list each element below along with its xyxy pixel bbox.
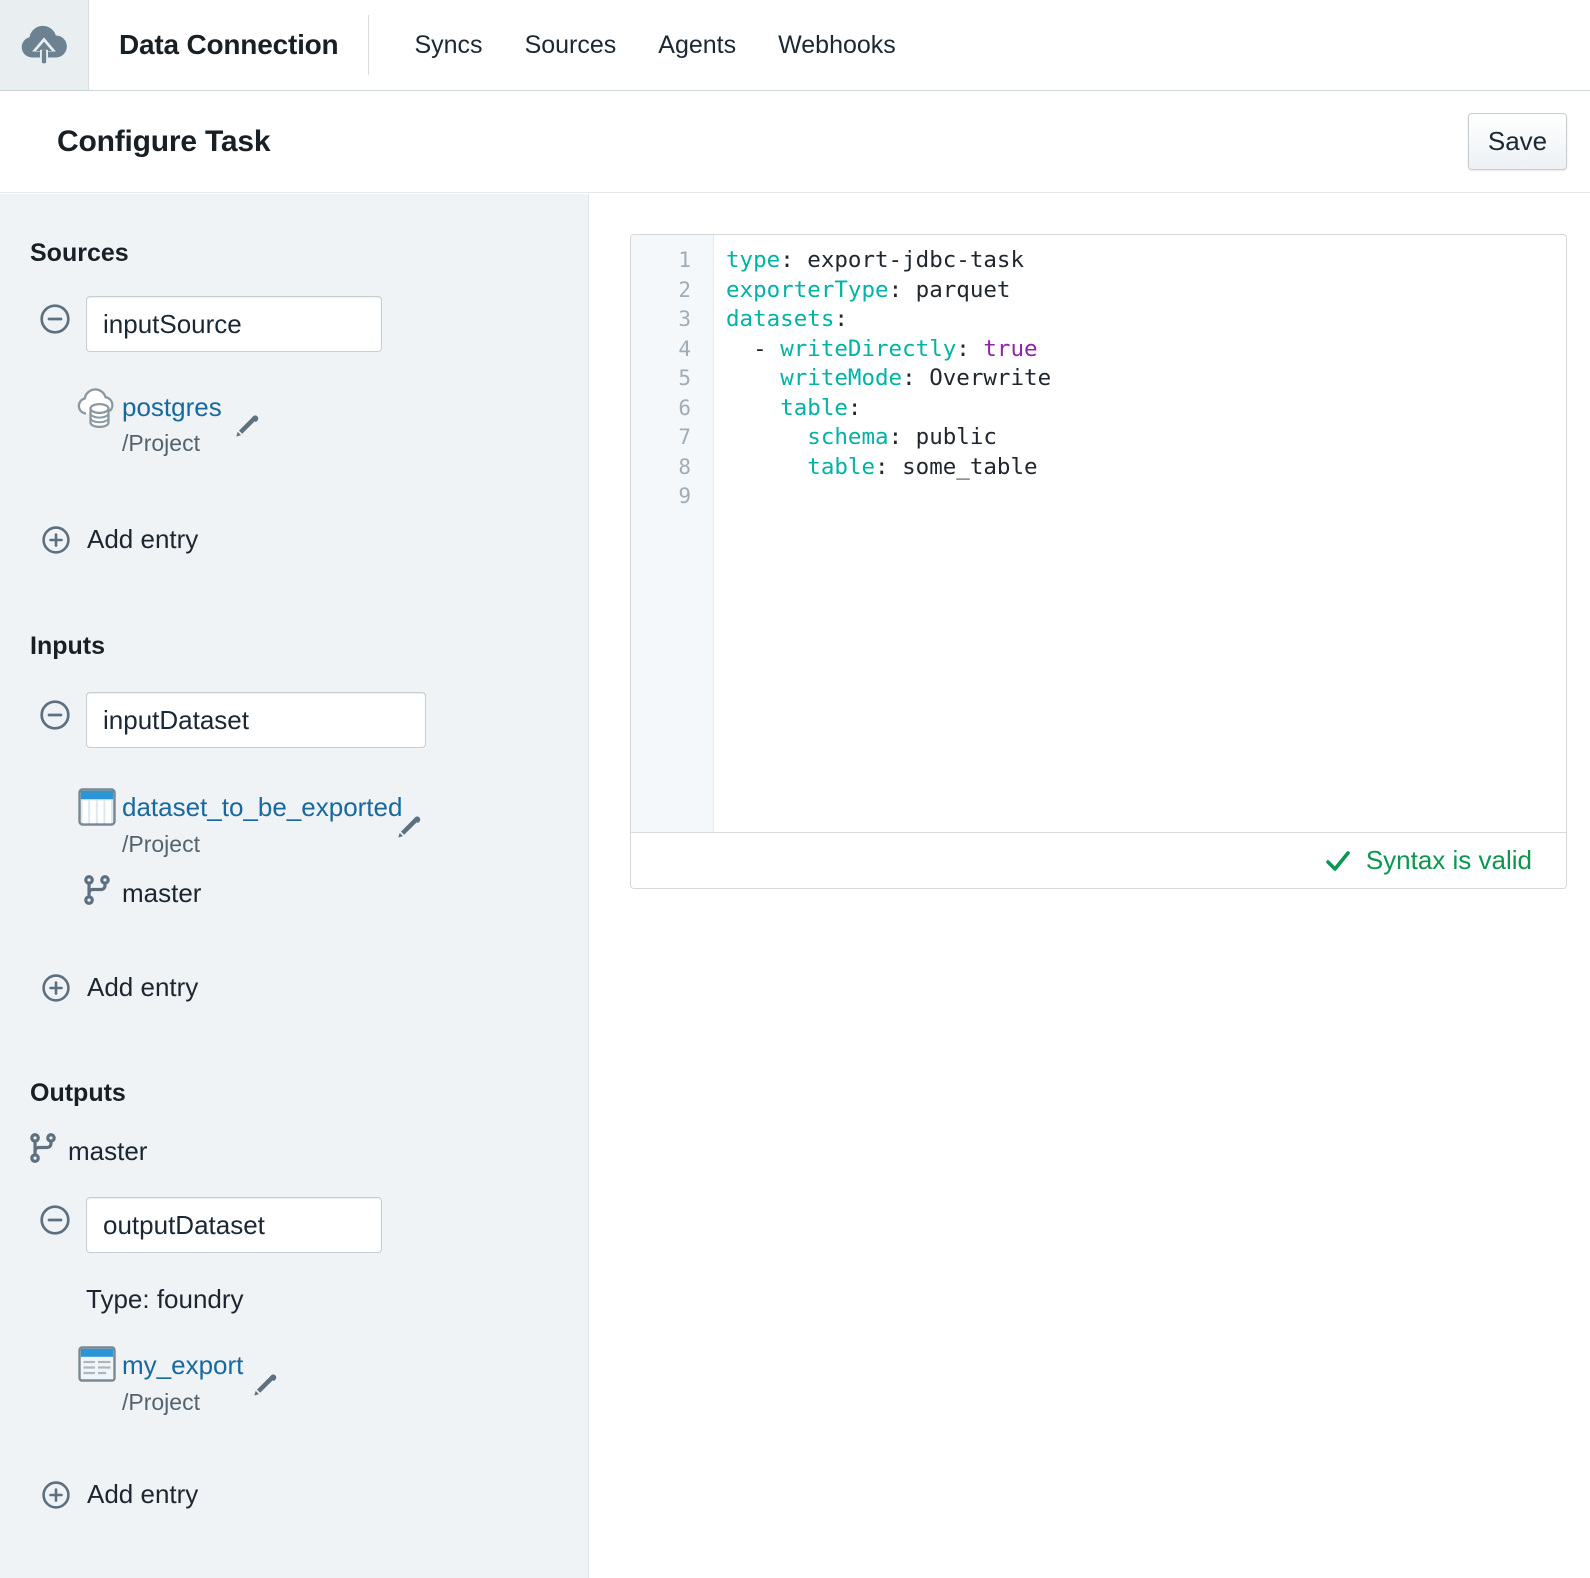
line-number: 3 <box>678 307 691 331</box>
line-number: 2 <box>678 277 691 302</box>
nav-tab-webhooks[interactable]: Webhooks <box>778 31 896 60</box>
input-resource-link[interactable]: dataset_to_be_exported <box>122 792 402 823</box>
nav-tab-agents[interactable]: Agents <box>658 31 736 60</box>
editor-body: 1 2 3 4 5 6 7 8 9 type: export-jdbc-task exporter… <box>631 235 1566 832</box>
add-entry-label: Add entry <box>87 972 199 1002</box>
app-title: Data Connection <box>119 29 339 60</box>
nav-items: Syncs Sources Agents Webhooks <box>414 31 895 60</box>
add-entry-label: Add entry <box>87 524 199 554</box>
line-number: 1 <box>678 248 691 272</box>
inputs-heading: Inputs <box>30 632 105 660</box>
plus-circle-icon <box>41 1480 71 1510</box>
nav-divider <box>368 15 370 75</box>
input-name-input[interactable] <box>86 692 426 748</box>
code-line[interactable]: table: some_table <box>726 453 1566 483</box>
output-resource-link[interactable]: my_export <box>122 1350 243 1381</box>
code-line[interactable]: table: <box>726 394 1566 424</box>
check-icon <box>1323 847 1353 875</box>
editor-status-bar: Syntax is valid <box>631 832 1566 888</box>
code-line[interactable]: schema: public <box>726 423 1566 453</box>
remove-source-entry-icon[interactable] <box>39 303 71 335</box>
line-number: 9 <box>678 484 691 508</box>
add-entry-label: Add entry <box>87 1479 199 1509</box>
main-panel: 1 2 3 4 5 6 7 8 9 type: export-jdbc-task exporter… <box>590 194 1590 1578</box>
remove-input-entry-icon[interactable] <box>39 699 71 731</box>
line-number: 7 <box>678 425 691 449</box>
cloud-upload-icon <box>18 19 70 71</box>
output-name-input[interactable] <box>86 1197 382 1253</box>
edit-output-pencil-icon[interactable] <box>248 1367 284 1403</box>
add-source-entry[interactable]: Add entry <box>41 524 198 555</box>
source-resource-path: /Project <box>122 430 200 456</box>
branch-icon <box>26 1131 60 1165</box>
code-line[interactable]: type: export-jdbc-task <box>726 246 1566 276</box>
dataset-table-icon <box>78 788 116 826</box>
input-branch-label: master <box>122 878 202 908</box>
source-cloud-database-icon <box>76 388 116 432</box>
code-line[interactable]: - writeDirectly: true <box>726 335 1566 365</box>
syntax-status-text: Syntax is valid <box>1365 845 1532 875</box>
output-resource-path: /Project <box>122 1389 200 1415</box>
sources-heading: Sources <box>30 239 129 267</box>
line-number-gutter: 1 2 3 4 5 6 7 8 9 <box>631 235 714 832</box>
line-number: 5 <box>678 366 691 390</box>
config-sidebar: Sources postgres /Project <box>0 194 589 1578</box>
page-header: Configure Task Save <box>0 91 1590 193</box>
plus-circle-icon <box>41 525 71 555</box>
app-logo[interactable] <box>0 0 89 90</box>
remove-output-entry-icon[interactable] <box>39 1204 71 1236</box>
code-area[interactable]: type: export-jdbc-task exporterType: parq… <box>714 235 1566 832</box>
source-name-input[interactable] <box>86 296 382 352</box>
export-document-icon <box>78 1346 116 1382</box>
line-number: 6 <box>678 395 691 420</box>
code-line[interactable]: exporterType: parquet <box>726 276 1566 306</box>
branch-icon <box>80 873 114 907</box>
code-line[interactable]: datasets: <box>726 305 1566 335</box>
yaml-config-editor: 1 2 3 4 5 6 7 8 9 type: export-jdbc-task exporter… <box>630 234 1567 889</box>
add-input-entry[interactable]: Add entry <box>41 972 198 1003</box>
source-resource-link[interactable]: postgres <box>122 392 222 423</box>
edit-input-pencil-icon[interactable] <box>392 809 428 845</box>
nav-tab-sources[interactable]: Sources <box>525 31 617 60</box>
code-line[interactable]: writeMode: Overwrite <box>726 364 1566 394</box>
output-type-label: Type: foundry <box>86 1284 244 1314</box>
top-navbar: Data Connection Syncs Sources Agents Web… <box>0 0 1590 91</box>
output-branch-label: master <box>68 1136 148 1166</box>
nav-tab-syncs[interactable]: Syncs <box>414 31 482 60</box>
line-number: 8 <box>678 454 691 479</box>
code-line[interactable] <box>726 482 1566 512</box>
line-number: 4 <box>678 336 691 361</box>
outputs-heading: Outputs <box>30 1079 126 1107</box>
save-button[interactable]: Save <box>1468 113 1567 170</box>
edit-source-pencil-icon[interactable] <box>230 408 266 444</box>
page-title: Configure Task <box>57 124 271 158</box>
plus-circle-icon <box>41 973 71 1003</box>
input-resource-path: /Project <box>122 831 200 857</box>
add-output-entry[interactable]: Add entry <box>41 1479 198 1510</box>
